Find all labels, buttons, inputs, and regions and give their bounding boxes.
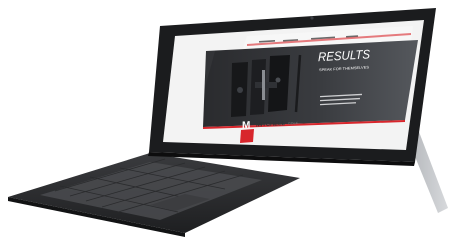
tablet-product-photo: RESULTS SPEAK FOR THEMSELVES M MITCHELL …	[8, 8, 448, 237]
brand-suffix: GOLF	[288, 121, 299, 126]
hero-heading: RESULTS	[318, 47, 371, 64]
logo-letter: M	[242, 120, 250, 131]
camera-icon	[310, 16, 314, 20]
